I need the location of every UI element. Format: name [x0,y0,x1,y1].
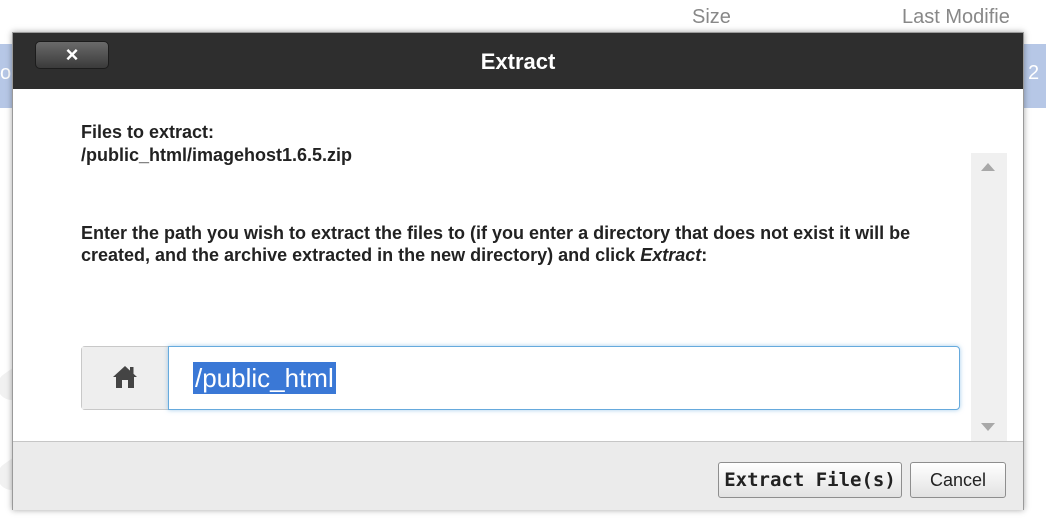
path-input-group: /public_html [81,346,960,410]
extract-path-input[interactable]: /public_html [168,346,960,410]
column-size[interactable]: Size [692,6,731,29]
dialog-titlebar[interactable]: × Extract [13,33,1023,89]
instructions-colon: : [701,245,708,265]
row-left-fragment: o [0,62,12,84]
dialog-footer: Extract File(s) Cancel [13,441,1023,510]
instructions-text: Enter the path you wish to extract the f… [81,223,911,265]
dialog-title: Extract [480,49,556,74]
files-to-extract-path: /public_html/imagehost1.6.5.zip [81,145,353,165]
extract-dialog: × Extract Files to extract: /public_html… [12,32,1024,510]
extract-files-button[interactable]: Extract File(s) [718,462,902,498]
extract-instructions: Enter the path you wish to extract the f… [81,222,931,266]
page: Size Last Modifie o 2 × Extract Files to… [0,0,1046,523]
cancel-button[interactable]: Cancel [910,462,1006,498]
home-icon [113,366,137,388]
dialog-content: Files to extract: /public_html/imagehost… [28,89,1008,441]
content-scrollbar[interactable] [971,153,1007,441]
arrow-down-icon[interactable] [981,423,995,431]
row-right-fragment: 2 [1028,62,1040,84]
instructions-extract-word: Extract [640,245,702,265]
home-addon [82,347,169,409]
arrow-up-icon[interactable] [981,163,995,171]
column-last-modified[interactable]: Last Modifie [902,6,1010,29]
extract-path-value: /public_html [193,362,336,394]
files-to-extract-label: Files to extract: [81,122,215,142]
